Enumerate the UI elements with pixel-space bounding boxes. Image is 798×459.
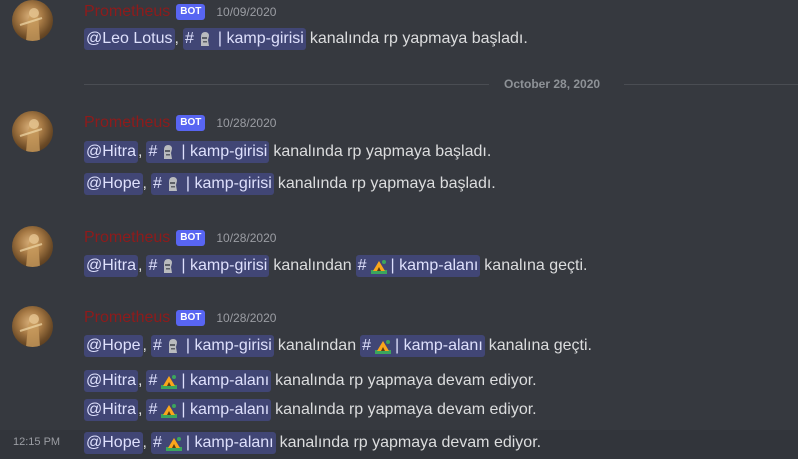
camp-icon [165,435,182,451]
channel-mention[interactable]: # | kamp-alanı [360,335,485,357]
avatar[interactable] [12,111,53,152]
message-timestamp[interactable]: 10/28/2020 [216,311,276,325]
channel-name: | kamp-alanı [390,257,479,274]
user-mention[interactable]: @Hitra [84,255,139,277]
message-header: Prometheus BOT 10/28/2020 [84,307,276,329]
separator: , [138,257,143,274]
message-header: Prometheus BOT 10/28/2020 [84,112,276,134]
channel-name: | kamp-alanı [185,434,274,451]
divider-label: October 28, 2020 [504,77,601,91]
channel-name: | kamp-alanı [181,372,270,389]
message-text-end: kanalına geçti. [484,257,588,274]
channel-hash: # [357,257,367,274]
channel-name: | kamp-girisi [181,257,268,274]
message-text: kanalında rp yapmaya devam ediyor. [279,434,542,451]
message-timestamp[interactable]: 10/09/2020 [216,5,276,19]
channel-mention[interactable]: # | kamp-alanı [146,370,272,392]
message-line: @Hope, # | kamp-girisi kanalından # | kamp-al… [84,333,592,359]
message-text: kanalında rp yapmaya başladı. [277,175,496,192]
separator: , [142,337,147,354]
message-line: @Leo Lotus, # | kamp-girisi kanalında rp ya… [84,26,528,52]
message-line: @Hitra, # | kamp-alanı kanalında rp yapmaya… [84,368,537,394]
moai-icon [166,176,180,192]
channel-name: | kamp-girisi [185,337,272,354]
bot-badge: BOT [176,230,206,246]
message-timestamp[interactable]: 10/28/2020 [216,231,276,245]
message-line: @Hope, # | kamp-alanı kanalında rp yapmaya … [84,430,541,456]
channel-mention[interactable]: # | kamp-alanı [150,432,276,454]
channel-name: | kamp-alanı [395,337,483,354]
channel-hash: # [148,143,158,160]
channel-hash: # [152,175,162,192]
user-mention[interactable]: @Hope [84,432,143,454]
user-mention[interactable]: @Hitra [84,141,139,163]
bot-badge: BOT [176,4,206,20]
user-mention[interactable]: @Hitra [84,370,139,392]
hover-timestamp: 12:15 PM [13,436,61,448]
author-name[interactable]: Prometheus [84,309,170,327]
channel-hash: # [362,337,372,354]
separator: , [138,143,143,160]
message-line: @Hitra, # | kamp-alanı kanalında rp yapmaya… [84,397,537,423]
message-text: kanalından [273,257,352,274]
avatar[interactable] [12,306,53,347]
moai-icon [161,258,175,274]
camp-icon [375,338,392,354]
message-text: kanalında rp yapmaya başladı. [273,143,492,160]
message-line: @Hope, # | kamp-girisi kanalında rp yapmaya… [84,171,496,197]
author-name[interactable]: Prometheus [84,229,170,247]
user-mention[interactable]: @Leo Lotus [84,28,175,50]
channel-hash: # [148,372,158,389]
camp-icon [370,258,387,274]
channel-hash: # [148,257,158,274]
message-header: Prometheus BOT 10/28/2020 [84,227,276,249]
separator: , [174,30,179,47]
user-mention[interactable]: @Hitra [84,399,139,421]
avatar[interactable] [12,0,53,41]
moai-icon [198,31,212,47]
separator: , [138,372,143,389]
separator: , [142,434,147,451]
message-line: @Hitra, # | kamp-girisi kanalında rp yapmay… [84,139,491,165]
message-text: kanalında rp yapmaya devam ediyor. [275,372,537,389]
separator: , [138,401,143,418]
channel-name: | kamp-girisi [181,143,268,160]
user-mention[interactable]: @Hope [84,173,143,195]
message-text: kanalında rp yapmaya devam ediyor. [275,401,537,418]
channel-name: | kamp-girisi [217,30,304,47]
channel-hash: # [184,30,194,47]
channel-name: | kamp-girisi [185,175,272,192]
author-name[interactable]: Prometheus [84,3,170,21]
bot-badge: BOT [176,310,206,326]
user-mention[interactable]: @Hope [84,335,143,357]
author-name[interactable]: Prometheus [84,114,170,132]
channel-hash: # [152,337,162,354]
channel-hash: # [152,434,162,451]
message-text: kanalında rp yapmaya başladı. [309,30,528,47]
message-header: Prometheus BOT 10/09/2020 [84,1,276,23]
channel-mention[interactable]: # | kamp-girisi [146,141,270,163]
divider-line-right [624,84,798,85]
camp-icon [161,373,178,389]
channel-mention[interactable]: # | kamp-girisi [150,173,274,195]
date-divider: October 28, 2020 [84,75,798,93]
message-line: @Hitra, # | kamp-girisi kanalından # | kamp-a… [84,253,587,279]
message-timestamp[interactable]: 10/28/2020 [216,116,276,130]
bot-badge: BOT [176,115,206,131]
channel-mention[interactable]: # | kamp-alanı [146,399,272,421]
channel-hash: # [148,401,158,418]
avatar[interactable] [12,226,53,267]
message-text: kanalından [277,337,357,354]
channel-mention[interactable]: # | kamp-girisi [150,335,274,357]
channel-mention[interactable]: # | kamp-girisi [146,255,270,277]
moai-icon [161,144,175,160]
message-text-end: kanalına geçti. [488,337,592,354]
separator: , [142,175,147,192]
channel-mention[interactable]: # | kamp-girisi [182,28,306,50]
channel-mention[interactable]: # | kamp-alanı [355,255,481,277]
moai-icon [166,338,180,354]
channel-name: | kamp-alanı [181,401,270,418]
camp-icon [161,402,178,418]
divider-line-left [84,84,489,85]
